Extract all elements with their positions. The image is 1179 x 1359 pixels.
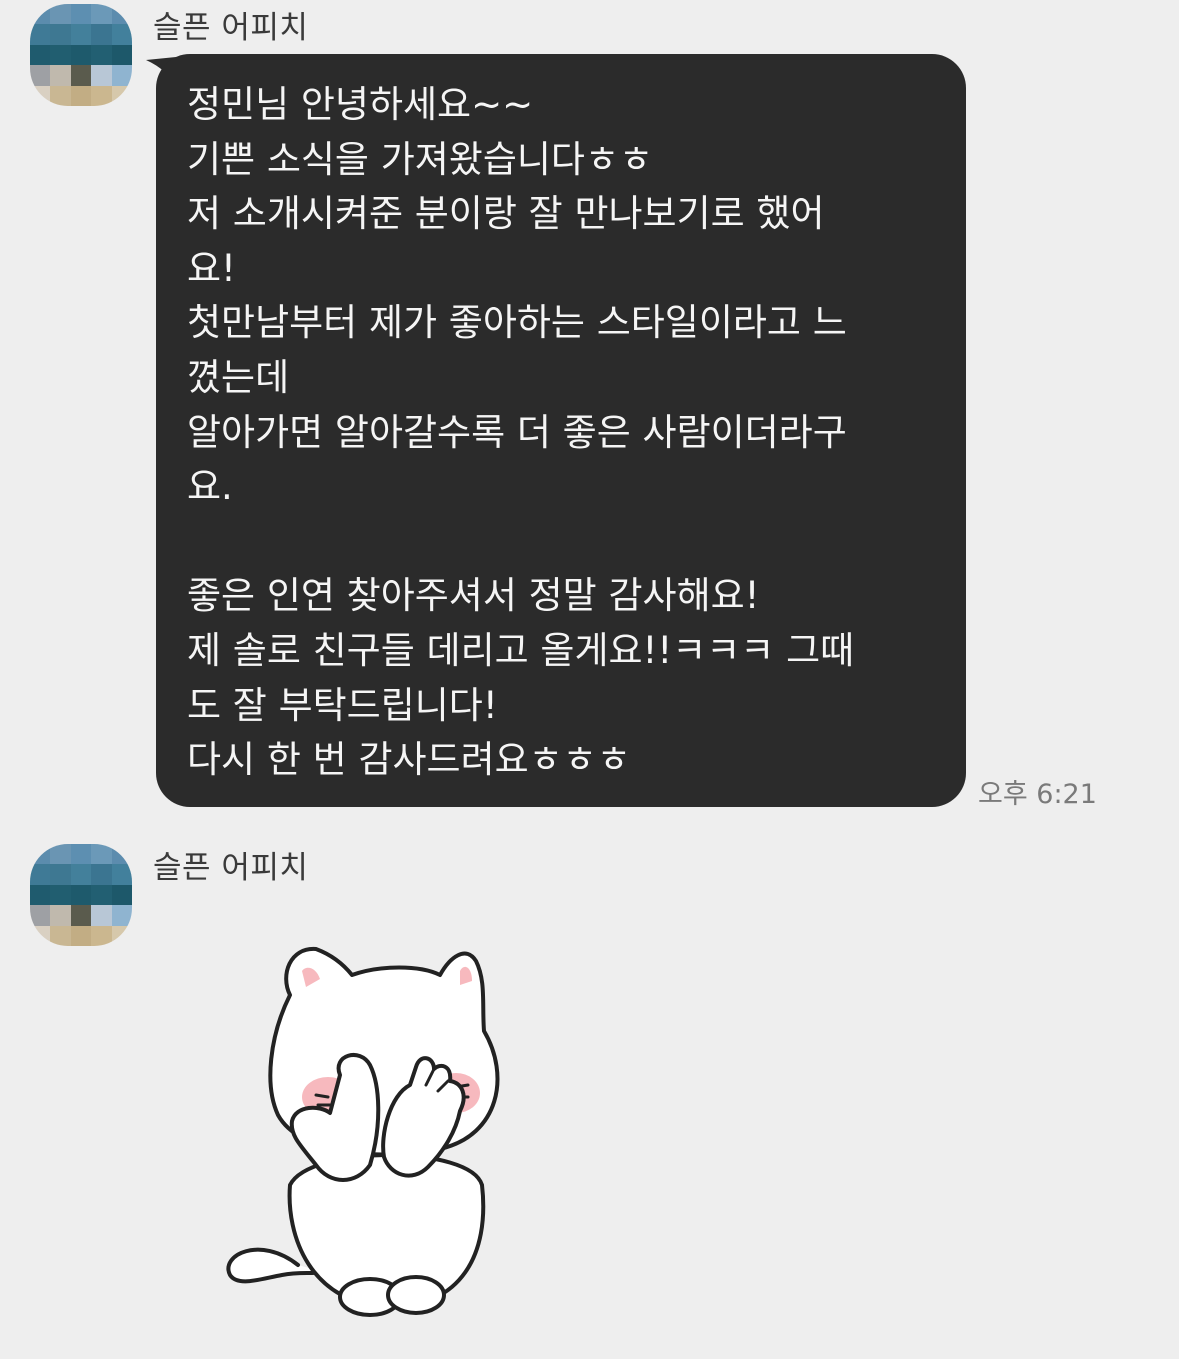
message-text: 정민님 안녕하세요~~ 기쁜 소식을 가져왔습니다ㅎㅎ 저 소개시켜준 분이랑 … — [187, 83, 855, 782]
sender-avatar[interactable] — [30, 4, 132, 106]
sender-avatar[interactable] — [30, 844, 132, 946]
white-cat-sticker[interactable] — [220, 935, 530, 1325]
message-timestamp: 오후 6:21 — [978, 779, 1097, 810]
sender-name: 슬픈 어피치 — [153, 850, 309, 886]
sender-name: 슬픈 어피치 — [153, 10, 309, 46]
